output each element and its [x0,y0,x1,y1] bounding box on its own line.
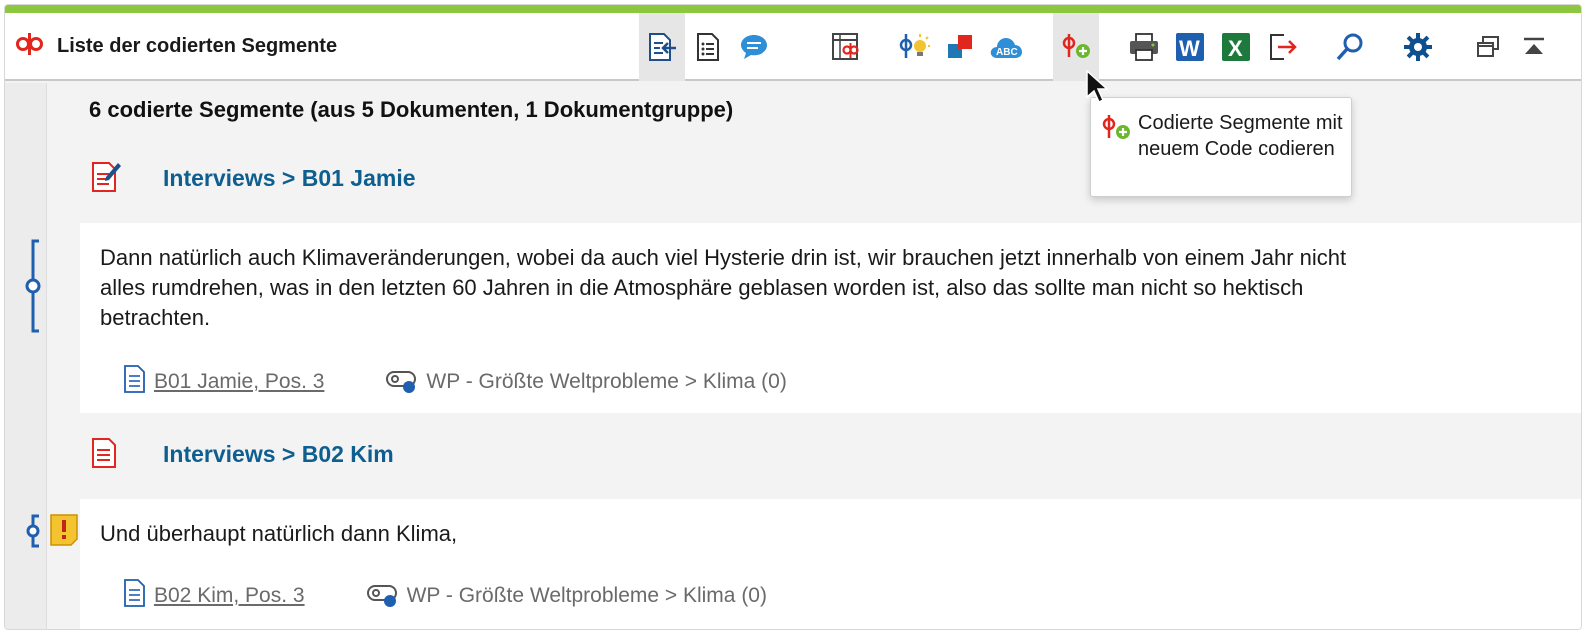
activate-document-button[interactable] [639,13,685,81]
print-icon [1130,33,1158,61]
code-idea-icon [899,34,930,58]
segment-text: Und überhaupt natürlich dann Klima, [100,519,457,549]
color-code-icon [948,35,972,58]
segment-code-path[interactable]: WP - Größte Weltprobleme > Klima (0) [426,370,786,394]
segment-card[interactable]: Und überhaupt natürlich dann Klima, B02 … [80,499,1581,629]
coding-stripe-icon[interactable] [21,239,45,333]
activate-document-icon [649,33,676,61]
code-matrix-icon [832,33,859,60]
comment-button[interactable] [731,13,777,81]
segment-text-line: betrachten. [100,305,211,330]
svg-text:X: X [1228,36,1243,61]
code-tag-icon [384,364,420,400]
segment-code-path[interactable]: WP - Größte Weltprobleme > Klima (0) [407,584,767,608]
settings-icon [1404,33,1432,61]
segment-text: Dann natürlich auch Klimaveränderungen, … [100,243,1346,333]
window-accent-bar [5,5,1581,13]
segment-meta: B01 Jamie, Pos. 3 WP - Größte Weltproble… [122,363,787,401]
undock-window-button[interactable] [1465,13,1511,81]
code-matrix-button[interactable] [823,13,869,81]
undock-window-icon [1477,36,1499,57]
group-header[interactable] [89,435,123,476]
segment-card[interactable]: Dann natürlich auch Klimaveränderungen, … [80,223,1581,413]
word-export-icon: W [1176,33,1204,61]
coded-segments-icon [15,29,45,64]
document-red-icon [89,435,123,476]
segment-text-line: Und überhaupt natürlich dann Klima, [100,521,458,546]
tooltip-text: Codierte Segmente mit neuem Code codiere… [1138,112,1343,160]
document-icon [122,363,148,401]
export-button[interactable] [1259,13,1305,81]
code-tag-icon [365,578,401,614]
excel-export-icon: X [1222,33,1250,61]
settings-button[interactable] [1395,13,1441,81]
memo-warning-icon[interactable] [49,513,79,547]
window-title: Liste der codierten Segmente [57,35,338,57]
code-idea-button[interactable] [891,13,937,81]
overview-list-button[interactable] [685,13,731,81]
toolbar: Liste der codierten Segmente ABC W X [5,13,1581,81]
word-export-button[interactable]: W [1167,13,1213,81]
svg-text:W: W [1179,36,1200,61]
color-code-button[interactable] [937,13,983,81]
comment-icon [741,35,767,59]
code-with-new-code-icon [1062,34,1090,58]
mouse-cursor-icon [1086,69,1109,104]
segment-text-line: Dann natürlich auch Klimaveränderungen, … [100,245,1347,270]
segment-meta: B02 Kim, Pos. 3 WP - Größte Weltprobleme… [122,577,767,615]
search-button[interactable] [1327,13,1373,81]
search-icon [1336,33,1363,61]
word-cloud-icon: ABC [990,38,1022,58]
segment-source-link[interactable]: B01 Jamie, Pos. 3 [154,370,324,394]
coded-segments-window: Liste der codierten Segmente ABC W X 6 c… [4,4,1582,630]
document-memo-icon [89,159,123,200]
document-icon [122,577,148,615]
segment-summary: 6 codierte Segmente (aus 5 Dokumenten, 1… [89,97,734,122]
window-title-area: Liste der codierten Segmente [15,29,337,64]
group-header[interactable] [89,159,123,200]
word-cloud-button[interactable]: ABC [983,13,1029,81]
print-button[interactable] [1121,13,1167,81]
svg-text:ABC: ABC [996,47,1018,58]
overview-list-icon [697,33,719,61]
code-with-new-code-icon [1099,112,1133,149]
excel-export-button[interactable]: X [1213,13,1259,81]
group-title[interactable]: Interviews > B02 Kim [163,441,394,468]
collapse-icon [1524,37,1544,54]
tooltip: Codierte Segmente mit neuem Code codiere… [1090,97,1352,197]
segment-source-link[interactable]: B02 Kim, Pos. 3 [154,584,305,608]
segment-text-line: alles rumdrehen, was in den letzten 60 J… [100,275,1304,300]
export-icon [1270,34,1297,60]
collapse-button[interactable] [1511,13,1557,81]
group-title[interactable]: Interviews > B01 Jamie [163,165,416,192]
coding-stripe-icon[interactable] [21,513,45,549]
